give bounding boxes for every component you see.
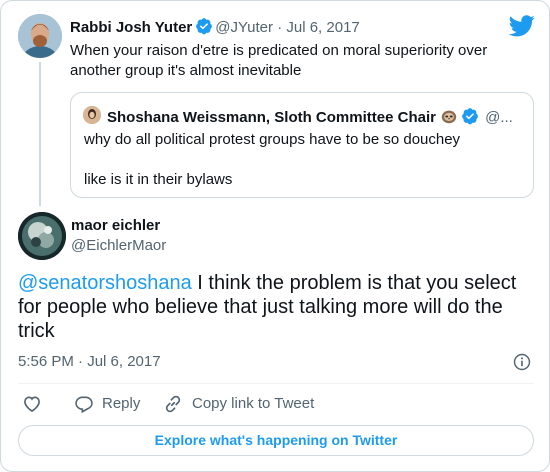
tweet-date[interactable]: Jul 6, 2017 [286,19,359,36]
parent-tweet-header: Rabbi Josh Yuter @JYuter · Jul 6, 2017 [70,17,360,37]
reply-label: Reply [102,395,141,412]
divider [18,383,534,384]
reply-icon [75,396,93,414]
avatar[interactable] [18,14,62,58]
quoted-text-line: why do all political protest groups have… [84,131,461,148]
sloth-icon [441,110,457,124]
quoted-tweet[interactable]: Shoshana Weissmann, Sloth Committee Chai… [70,92,534,198]
tweet-timestamp[interactable]: 5:56 PM · Jul 6, 2017 [18,352,161,372]
copy-link-label: Copy link to Tweet [192,395,315,412]
main-tweet-author: maor eichler @EichlerMaor [71,216,166,256]
author-name[interactable]: maor eichler [71,216,166,236]
like-button[interactable] [22,394,42,414]
main-tweet-text: @senatorshoshana I think the problem is … [18,271,528,343]
quoted-avatar [83,106,101,124]
verified-badge-icon [196,18,213,35]
quoted-author-handle: @... [485,109,513,126]
author-name[interactable]: Rabbi Josh Yuter [70,19,192,36]
avatar[interactable] [18,212,66,260]
explore-twitter-button[interactable]: Explore what's happening on Twitter [18,425,534,456]
mention-link[interactable]: @senatorshoshana [18,272,192,294]
info-icon[interactable] [513,353,531,371]
author-handle[interactable]: @JYuter [215,19,273,36]
avatar-photo-icon [83,106,101,124]
thread-connector-line [39,62,41,206]
avatar-photo-icon [18,212,66,260]
parent-tweet-text: When your raison d'etre is predicated on… [70,42,488,79]
twitter-logo-icon[interactable] [509,15,535,37]
quoted-tweet-header: Shoshana Weissmann, Sloth Committee Chai… [107,107,527,127]
verified-badge-icon [462,108,478,125]
quoted-tweet-text: why do all political protest groups have… [84,130,514,190]
tweet-embed-card: Rabbi Josh Yuter @JYuter · Jul 6, 2017 Wh… [0,0,550,472]
quoted-author-name: Shoshana Weissmann, Sloth Committee Chai… [107,109,436,126]
heart-icon [24,396,40,413]
quoted-text-line: like is it in their bylaws [84,171,233,188]
link-icon [165,395,181,413]
author-handle[interactable]: @EichlerMaor [71,236,166,256]
avatar-photo-icon [18,14,62,58]
